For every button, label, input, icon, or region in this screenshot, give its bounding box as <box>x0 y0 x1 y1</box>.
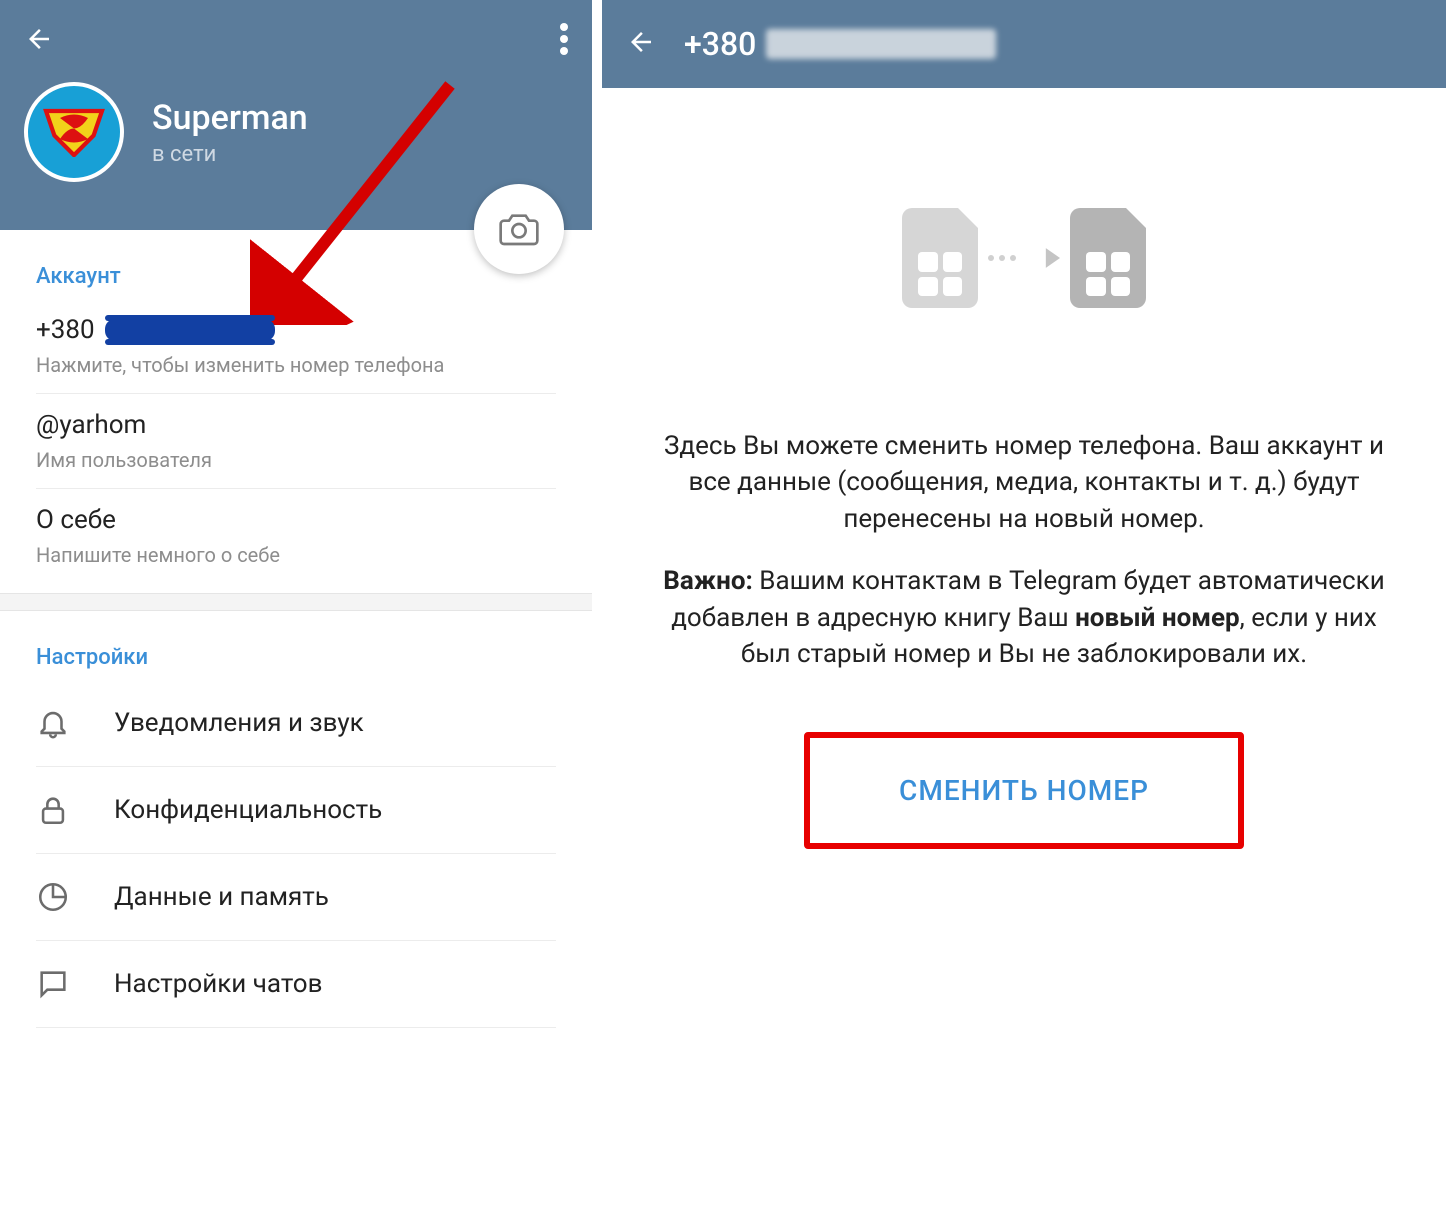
more-menu-icon[interactable] <box>560 22 568 60</box>
back-icon[interactable] <box>24 24 54 58</box>
sim-new-icon <box>1070 208 1146 308</box>
username-value: @yarhom <box>36 410 556 440</box>
change-number-description: Здесь Вы можете сменить номер телефона. … <box>652 428 1396 537</box>
about-title: О себе <box>36 505 556 535</box>
settings-item-label: Уведомления и звук <box>114 708 364 738</box>
phone-prefix: +380 <box>36 315 95 345</box>
phone-redacted <box>105 319 275 341</box>
settings-section-title: Настройки <box>36 645 556 670</box>
header-phone-redacted <box>766 29 996 59</box>
back-icon[interactable] <box>626 27 656 61</box>
settings-item-data[interactable]: Данные и память <box>36 854 556 941</box>
header-phone-prefix: +380 <box>684 25 756 63</box>
sim-old-icon <box>902 208 978 308</box>
pie-chart-icon <box>36 880 114 914</box>
change-number-header: +380 <box>602 0 1446 88</box>
account-section-title: Аккаунт <box>36 264 556 289</box>
settings-item-label: Данные и память <box>114 882 329 912</box>
settings-item-label: Конфиденциальность <box>114 795 382 825</box>
section-divider <box>0 593 592 611</box>
username-row[interactable]: @yarhom Имя пользователя <box>36 394 556 489</box>
arrow-right-icon <box>1026 243 1060 273</box>
change-number-screen: +380 Здесь Вы можете сменить номер телеф… <box>592 0 1446 1226</box>
bell-icon <box>36 706 114 740</box>
phone-hint: Нажмите, чтобы изменить номер телефона <box>36 353 556 377</box>
phone-row[interactable]: +380 Нажмите, чтобы изменить номер телеф… <box>36 299 556 394</box>
lock-icon <box>36 793 114 827</box>
settings-item-privacy[interactable]: Конфиденциальность <box>36 767 556 854</box>
chat-icon <box>36 967 114 1001</box>
settings-item-chats[interactable]: Настройки чатов <box>36 941 556 1028</box>
settings-item-label: Настройки чатов <box>114 969 323 999</box>
change-number-button[interactable]: СМЕНИТЬ НОМЕР <box>804 732 1244 849</box>
sim-transfer-graphic <box>652 208 1396 308</box>
username-hint: Имя пользователя <box>36 448 556 472</box>
camera-button[interactable] <box>474 184 564 274</box>
profile-header: Superman в сети <box>0 0 592 230</box>
settings-item-notifications[interactable]: Уведомления и звук <box>36 680 556 767</box>
change-number-important: Важно: Вашим контактам в Telegram будет … <box>652 563 1396 672</box>
settings-screen: Superman в сети Аккаунт +380 Нажмите <box>0 0 592 1226</box>
about-row[interactable]: О себе Напишите немного о себе <box>36 489 556 583</box>
about-hint: Напишите немного о себе <box>36 543 556 567</box>
display-name: Superman <box>152 98 308 138</box>
online-status: в сети <box>152 142 308 167</box>
avatar[interactable] <box>24 82 124 182</box>
